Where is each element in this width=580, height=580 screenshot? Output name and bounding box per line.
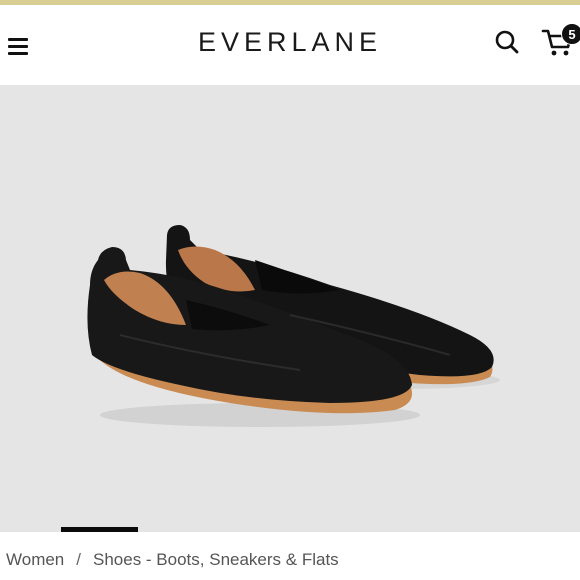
site-header: EVERLANE 5 (0, 5, 580, 85)
shoes-image (87, 225, 500, 427)
product-hero-image[interactable] (0, 85, 580, 532)
breadcrumb-separator: / (76, 550, 81, 569)
breadcrumb-item-women[interactable]: Women (6, 550, 64, 569)
search-icon (495, 30, 519, 54)
search-button[interactable] (492, 27, 522, 57)
cart-button[interactable]: 5 (541, 23, 580, 59)
carousel-active-indicator[interactable] (61, 527, 138, 532)
breadcrumb: Women / Shoes - Boots, Sneakers & Flats (6, 550, 339, 570)
breadcrumb-item-shoes[interactable]: Shoes - Boots, Sneakers & Flats (93, 550, 339, 569)
cart-count-badge: 5 (561, 23, 580, 45)
